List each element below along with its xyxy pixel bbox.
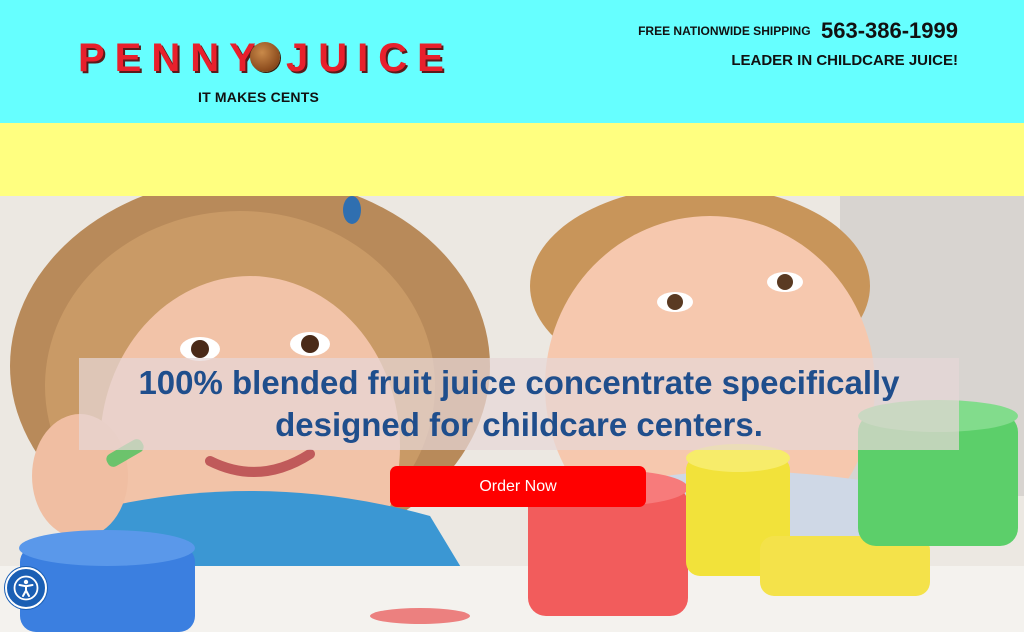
order-now-button[interactable]: Order Now — [390, 466, 646, 507]
accessibility-icon — [13, 575, 39, 601]
header-contact: FREE NATIONWIDE SHIPPING 563-386-1999 LE… — [638, 18, 958, 69]
logo-word-juice: JUICE — [286, 36, 454, 80]
hero-section: 100% blended fruit juice concentrate spe… — [0, 196, 1024, 632]
penny-coin-icon — [250, 42, 280, 72]
shipping-notice: FREE NATIONWIDE SHIPPING — [638, 24, 811, 38]
hero-headline: 100% blended fruit juice concentrate spe… — [138, 364, 900, 443]
logo-word-penny: PENNY — [78, 36, 266, 80]
site-header: PENNY JUICE IT MAKES CENTS FREE NATIONWI… — [0, 0, 1024, 123]
leader-tagline: LEADER IN CHILDCARE JUICE! — [731, 52, 958, 69]
shipping-phone-line: FREE NATIONWIDE SHIPPING 563-386-1999 — [638, 18, 958, 44]
hero-caption-box: 100% blended fruit juice concentrate spe… — [79, 358, 959, 450]
phone-number[interactable]: 563-386-1999 — [821, 18, 958, 43]
accessibility-button[interactable] — [5, 567, 47, 609]
logo-tagline: IT MAKES CENTS — [198, 89, 320, 105]
penny-juice-logo[interactable]: PENNY JUICE IT MAKES CENTS — [78, 36, 444, 106]
yellow-banner — [0, 123, 1024, 196]
